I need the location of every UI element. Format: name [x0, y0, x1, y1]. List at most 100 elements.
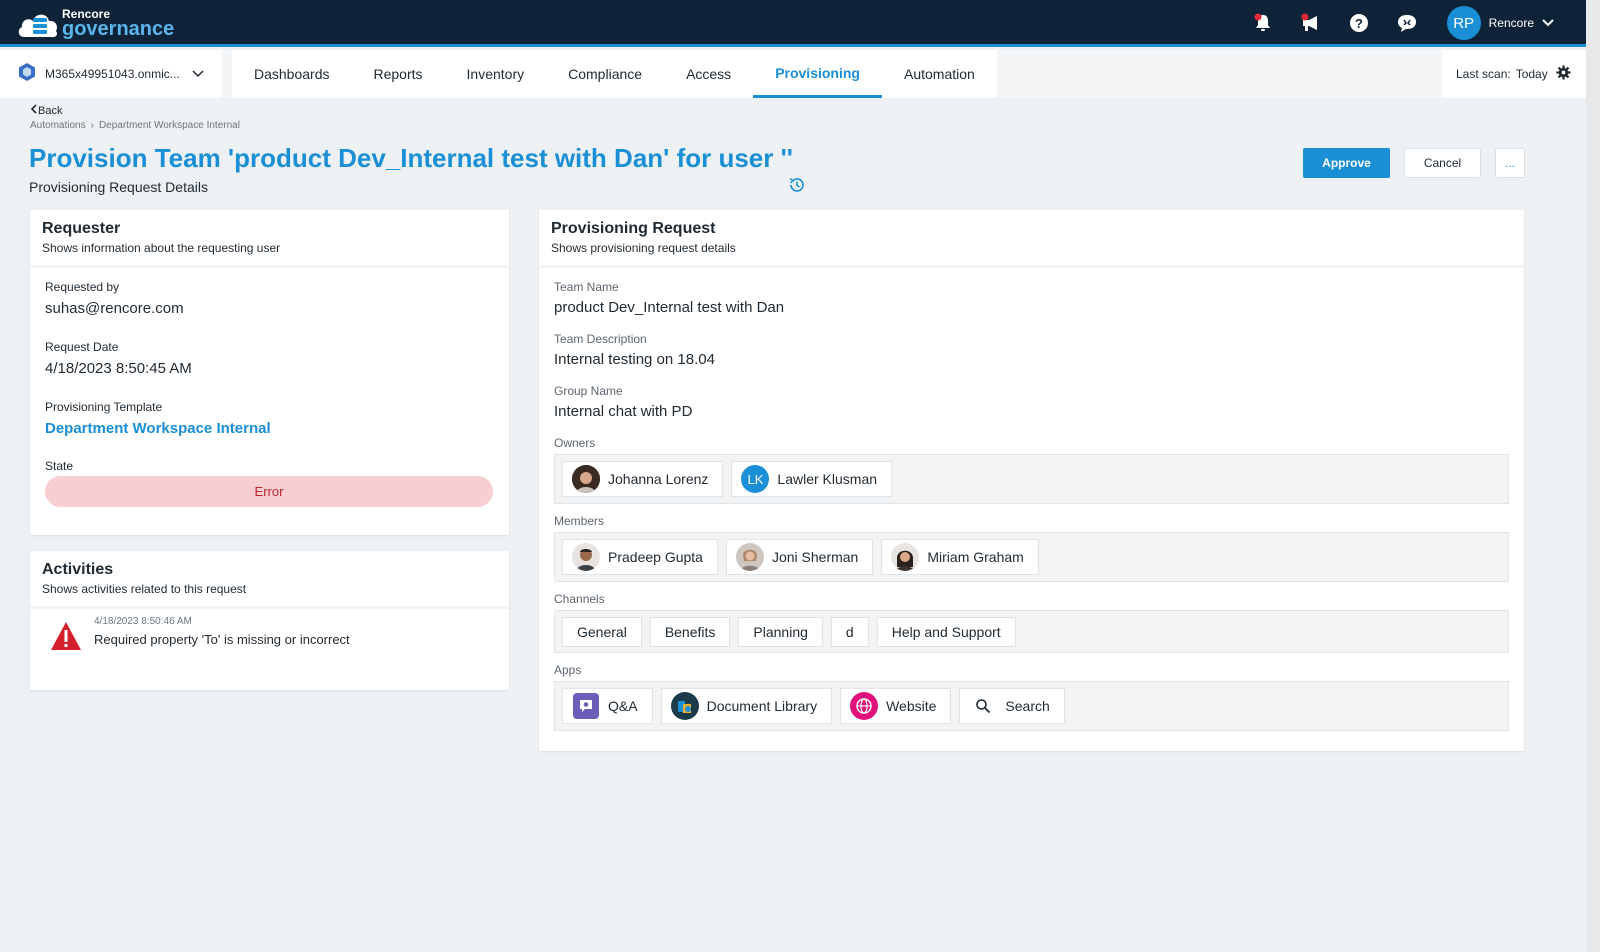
- requested-by-label: Requested by: [45, 280, 120, 294]
- avatar: [735, 543, 764, 571]
- page-scrollbar[interactable]: [1586, 0, 1600, 952]
- breadcrumb-item-current: Department Workspace Internal: [98, 120, 240, 131]
- provisioning-template-label: Provisioning Template: [45, 400, 163, 414]
- nav-bar: M365x49951043.onmic... Dashboards Report…: [0, 50, 1586, 98]
- app-name: Search: [1005, 698, 1050, 714]
- member-chip[interactable]: Pradeep Gupta: [562, 539, 718, 575]
- activities-subtitle: Shows activities related to this request: [42, 582, 247, 596]
- page-title: Provision Team 'product Dev_Internal tes…: [29, 143, 793, 173]
- user-avatar[interactable]: RP: [1446, 6, 1481, 40]
- activity-item: 4/18/2023 8:50:46 AM Required property '…: [50, 616, 350, 656]
- last-scan-label: Last scan:: [1456, 67, 1511, 81]
- history-icon[interactable]: [788, 176, 806, 199]
- state-label: State: [45, 459, 74, 473]
- app-chip[interactable]: Website: [840, 688, 952, 724]
- member-name: Joni Sherman: [771, 549, 859, 565]
- provisioning-subtitle: Shows provisioning request details: [551, 241, 736, 255]
- app-chip[interactable]: Q&A: [562, 688, 653, 724]
- provisioning-request-card: Provisioning Request Shows provisioning …: [539, 210, 1524, 751]
- avatar: [572, 543, 600, 571]
- requester-subtitle: Shows information about the requesting u…: [42, 241, 281, 255]
- back-link[interactable]: Back: [30, 104, 62, 117]
- chevron-left-icon: [30, 104, 38, 117]
- tab-dashboards[interactable]: Dashboards: [232, 50, 352, 98]
- tab-automation[interactable]: Automation: [882, 50, 997, 98]
- request-date-value: 4/18/2023 8:50:45 AM: [45, 360, 192, 377]
- members-list: Pradeep Gupta Joni Sherman Miriam Graham: [554, 532, 1509, 582]
- team-name-value: product Dev_Internal test with Dan: [554, 299, 785, 316]
- owner-name: Johanna Lorenz: [608, 471, 709, 487]
- channel-chip[interactable]: Benefits: [649, 616, 731, 647]
- more-options-button[interactable]: ...: [1495, 148, 1525, 178]
- back-label: Back: [38, 104, 63, 117]
- owners-list: Johanna Lorenz LK Lawler Klusman: [554, 454, 1509, 504]
- state-error-badge: Error: [45, 476, 493, 507]
- top-bar: Rencore governance ? RP Rencore: [0, 0, 1600, 47]
- provisioning-title: Provisioning Request: [551, 220, 716, 237]
- app-chip[interactable]: Document Library: [660, 688, 833, 724]
- requested-by-value: suhas@rencore.com: [45, 300, 184, 317]
- requester-card: Requester Shows information about the re…: [30, 210, 509, 535]
- channel-chip[interactable]: Planning: [738, 616, 823, 647]
- avatar: [572, 465, 600, 493]
- tenant-icon: [17, 62, 37, 87]
- channel-chip[interactable]: d: [830, 616, 869, 647]
- notifications-bell-icon[interactable]: [1251, 11, 1275, 35]
- page-subtitle: Provisioning Request Details: [29, 179, 208, 195]
- cancel-button[interactable]: Cancel: [1404, 148, 1481, 178]
- chevron-down-icon: [192, 65, 204, 83]
- group-name-label: Group Name: [554, 384, 623, 398]
- team-name-field: Team Name product Dev_Internal test with…: [554, 280, 784, 316]
- qa-icon: [572, 692, 600, 720]
- brand-product: governance: [62, 17, 175, 40]
- tab-reports[interactable]: Reports: [352, 50, 445, 98]
- members-label: Members: [554, 514, 605, 528]
- app-chip[interactable]: Search: [959, 688, 1065, 724]
- provisioning-template-link[interactable]: Department Workspace Internal: [45, 420, 271, 437]
- tenant-selector[interactable]: M365x49951043.onmic...: [0, 50, 222, 98]
- last-scan-value: Today: [1515, 67, 1548, 81]
- tab-access[interactable]: Access: [664, 50, 753, 98]
- error-warning-icon: [50, 621, 82, 656]
- user-name[interactable]: Rencore: [1489, 16, 1534, 30]
- member-chip[interactable]: Miriam Graham: [881, 539, 1039, 575]
- breadcrumb-item-automations[interactable]: Automations: [30, 120, 86, 131]
- app-name: Website: [886, 698, 937, 714]
- breadcrumb: Automations › Department Workspace Interna…: [30, 120, 240, 131]
- channels-label: Channels: [554, 592, 605, 606]
- gear-icon[interactable]: [1556, 65, 1571, 83]
- team-description-field: Team Description Internal testing on 18.…: [554, 332, 715, 368]
- activities-title: Activities: [42, 561, 114, 578]
- channels-list: General Benefits Planning d Help and Sup…: [554, 610, 1509, 653]
- announcements-megaphone-icon[interactable]: [1299, 11, 1323, 35]
- rencore-logo[interactable]: Rencore governance: [16, 5, 174, 41]
- requester-title: Requester: [42, 220, 121, 237]
- group-name-value: Internal chat with PD: [554, 403, 693, 420]
- approve-button[interactable]: Approve: [1303, 148, 1390, 178]
- svg-text:?: ?: [1355, 16, 1363, 31]
- request-date-field: Request Date 4/18/2023 8:50:45 AM: [45, 340, 192, 377]
- group-name-field: Group Name Internal chat with PD: [554, 384, 692, 420]
- apps-list: Q&A Document Library Website Search: [554, 681, 1509, 731]
- feedback-chat-icon[interactable]: [1395, 11, 1419, 35]
- member-name: Pradeep Gupta: [608, 549, 703, 565]
- cloud-logo-icon: [16, 7, 60, 39]
- chevron-down-icon[interactable]: [1542, 14, 1554, 32]
- request-date-label: Request Date: [45, 340, 119, 354]
- team-description-value: Internal testing on 18.04: [554, 351, 715, 368]
- tab-provisioning[interactable]: Provisioning: [753, 50, 882, 98]
- tenant-label: M365x49951043.onmic...: [45, 67, 180, 81]
- channel-chip[interactable]: Help and Support: [876, 616, 1016, 647]
- owner-chip[interactable]: Johanna Lorenz: [562, 461, 724, 497]
- team-name-label: Team Name: [554, 280, 619, 294]
- tab-compliance[interactable]: Compliance: [546, 50, 664, 98]
- tab-inventory[interactable]: Inventory: [445, 50, 547, 98]
- owner-chip[interactable]: LK Lawler Klusman: [731, 461, 893, 497]
- apps-label: Apps: [554, 663, 582, 677]
- help-icon[interactable]: ?: [1347, 11, 1371, 35]
- requested-by-field: Requested by suhas@rencore.com: [45, 280, 184, 317]
- member-chip[interactable]: Joni Sherman: [725, 539, 874, 575]
- channel-chip[interactable]: General: [562, 616, 642, 647]
- last-scan: Last scan: Today: [1442, 50, 1586, 98]
- activity-message: Required property 'To' is missing or inc…: [94, 632, 350, 647]
